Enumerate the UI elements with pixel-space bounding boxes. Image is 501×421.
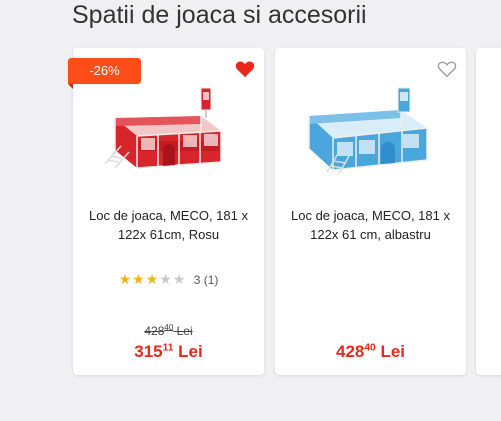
- current-price: 31511 Lei: [134, 342, 203, 361]
- product-card-red[interactable]: -26% Loc de joaca, MECO, 181 x 122x 61cm…: [68, 48, 264, 375]
- discount-badge: -26%: [68, 58, 141, 89]
- old-price: 42840 Lei: [144, 323, 193, 339]
- heart-outline-icon[interactable]: [437, 60, 457, 78]
- section-title: Spatii de joaca si accesorii: [72, 1, 367, 29]
- star-full-icon: ★: [132, 272, 146, 288]
- current-price: 42840 Lei: [335, 342, 405, 361]
- product-card-partial[interactable]: [476, 48, 501, 375]
- product-name[interactable]: Loc de joaca, MECO, 181 x 122x 61cm, Ros…: [81, 206, 256, 244]
- product-image[interactable]: [101, 86, 237, 176]
- product-card-blue[interactable]: Loc de joaca, MECO, 181 x 122x 61 cm, al…: [275, 48, 466, 375]
- heart-filled-icon[interactable]: [235, 60, 255, 78]
- rating-count: 3 (1): [193, 273, 219, 287]
- star-empty-icon: ★: [159, 272, 173, 288]
- product-rating: ★★★★★ 3 (1): [73, 272, 264, 288]
- star-empty-icon: ★: [172, 272, 187, 288]
- rating-stars: ★★★★★: [119, 272, 187, 288]
- product-image[interactable]: [303, 86, 439, 176]
- product-name[interactable]: Loc de joaca, MECO, 181 x 122x 61 cm, al…: [283, 206, 458, 244]
- star-full-icon: ★: [145, 272, 160, 288]
- star-full-icon: ★: [118, 272, 133, 288]
